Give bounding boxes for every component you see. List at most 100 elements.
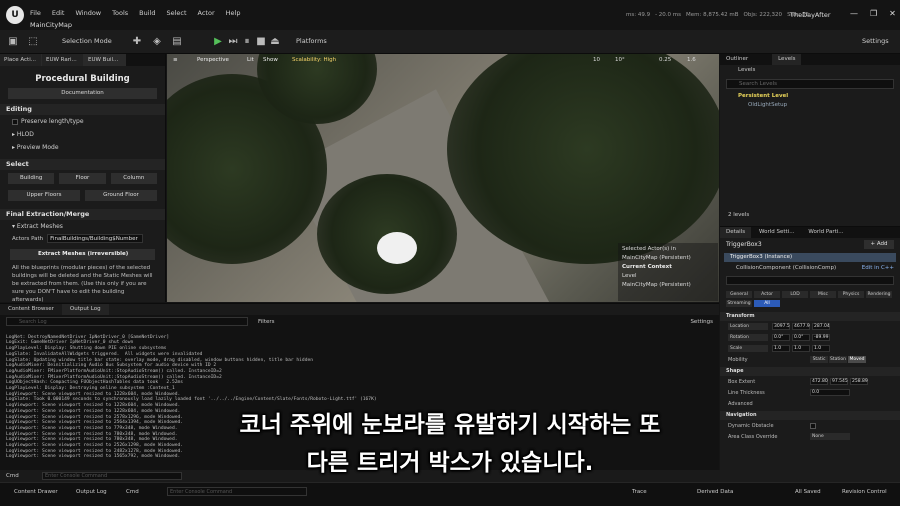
save-icon[interactable]: ▣ [6, 35, 20, 49]
scale-x[interactable]: 1.0 [772, 345, 790, 352]
box-extent-y[interactable]: 97.545 [830, 378, 848, 385]
menu-build[interactable]: Build [139, 9, 155, 17]
menu-help[interactable]: Help [226, 9, 241, 17]
pause-icon[interactable]: ⏸ [240, 35, 254, 49]
add-component-button[interactable]: + Add [864, 240, 894, 249]
content-drawer-button[interactable]: Content Drawer [14, 489, 58, 495]
close-icon[interactable]: ✕ [889, 9, 896, 18]
camera-speed-value[interactable]: 1.6 [687, 57, 696, 63]
shape-section[interactable]: Shape [720, 367, 900, 376]
rotation-z[interactable]: -89.99 [812, 334, 830, 341]
maximize-icon[interactable]: ❐ [870, 9, 877, 18]
settings-dropdown[interactable]: Settings [862, 37, 889, 45]
blueprint-icon[interactable]: ◈ [150, 35, 164, 49]
menu-file[interactable]: File [30, 9, 41, 17]
selection-mode-dropdown[interactable]: Selection Mode [62, 37, 112, 45]
menu-edit[interactable]: Edit [52, 9, 65, 17]
persistent-level-row[interactable]: Persistent Level [720, 92, 900, 101]
cat-all[interactable]: All [754, 300, 780, 307]
floor-button[interactable]: Floor [59, 173, 106, 184]
console-command-input[interactable]: Enter Console Command [167, 487, 307, 496]
preserve-checkbox[interactable] [12, 118, 18, 125]
tab-place-actors[interactable]: Place Acti... [0, 54, 42, 66]
mode-icon[interactable]: ⬚ [26, 35, 40, 49]
preserve-row[interactable]: Preserve length/type [0, 115, 165, 128]
menu-tools[interactable]: Tools [112, 9, 128, 17]
scalability-button[interactable]: Scalability: High [292, 57, 336, 63]
add-content-icon[interactable]: ✚ [130, 35, 144, 49]
scale-dropdown[interactable]: Scale [728, 345, 768, 352]
ground-floor-button[interactable]: Ground Floor [85, 190, 157, 201]
box-extent-z[interactable]: 258.89 [850, 378, 868, 385]
skip-icon[interactable]: ⏭ [226, 35, 240, 49]
rotation-dropdown[interactable]: Rotation [728, 334, 768, 341]
location-y[interactable]: 4677.9 [792, 323, 810, 330]
preview-mode-row[interactable]: ▸ Preview Mode [0, 141, 165, 154]
unreal-logo-icon[interactable]: U [6, 6, 24, 24]
tab-details[interactable]: Details [720, 227, 752, 238]
log-settings-dropdown[interactable]: Settings [690, 319, 713, 325]
mobility-stationary[interactable]: Station [829, 356, 847, 363]
tab-outliner[interactable]: Outliner [720, 54, 754, 65]
scale-y[interactable]: 1.0 [792, 345, 810, 352]
edit-cpp-link[interactable]: Edit in C++ [862, 264, 894, 273]
location-x[interactable]: 3097.5 [772, 323, 790, 330]
line-thickness-input[interactable]: 0.0 [810, 389, 850, 396]
tab-euw-buil[interactable]: EUW Buil... [84, 54, 126, 66]
menu-actor[interactable]: Actor [198, 9, 215, 17]
rotation-snap-value[interactable]: 10° [615, 57, 625, 63]
scale-snap-value[interactable]: 0.25 [659, 57, 671, 63]
show-button[interactable]: Show [263, 57, 278, 63]
grid-snap-value[interactable]: 10 [593, 57, 600, 63]
derived-data-dropdown[interactable]: Derived Data [697, 489, 733, 495]
tab-world-settings[interactable]: World Setti... [753, 227, 800, 238]
platforms-dropdown[interactable]: Platforms [296, 37, 327, 45]
perspective-button[interactable]: Perspective [197, 57, 229, 63]
level-viewport[interactable]: ≡ Perspective Lit Show Scalability: High… [167, 54, 719, 302]
filters-dropdown[interactable]: Filters [258, 319, 275, 325]
all-saved-indicator[interactable]: All Saved [795, 489, 821, 495]
mobility-static[interactable]: Static [810, 356, 828, 363]
tab-levels[interactable]: Levels [772, 54, 802, 65]
tab-euw-rari[interactable]: EUW Rari... [42, 54, 84, 66]
upper-floors-button[interactable]: Upper Floors [8, 190, 80, 201]
location-dropdown[interactable]: Location [728, 323, 768, 330]
box-extent-x[interactable]: 472.80 [810, 378, 828, 385]
tab-world-partition[interactable]: World Parti... [802, 227, 849, 238]
lit-button[interactable]: Lit [247, 57, 254, 63]
mobility-movable[interactable]: Moved [848, 356, 866, 363]
rotation-x[interactable]: 0.0° [772, 334, 790, 341]
output-log-button[interactable]: Output Log [76, 489, 107, 495]
extract-meshes-row[interactable]: ▾ Extract Meshes [0, 220, 165, 233]
log-search-input[interactable]: Search Log [6, 317, 248, 326]
current-context-label[interactable]: Current Context [622, 263, 714, 272]
extract-meshes-button[interactable]: Extract Meshes (irreversible) [10, 249, 155, 260]
cat-general[interactable]: General [726, 291, 752, 298]
final-extraction-section[interactable]: Final Extraction/Merge [0, 209, 165, 220]
cat-streaming[interactable]: Streaming [726, 300, 752, 307]
actors-path-input[interactable]: FinalBuildings/Building$Number [47, 234, 144, 243]
levels-dropdown[interactable]: Levels [720, 65, 900, 76]
sublevel-row[interactable]: OldLightSetup [720, 101, 900, 110]
select-section[interactable]: Select [0, 159, 165, 170]
minimize-icon[interactable]: — [850, 9, 858, 18]
eject-icon[interactable]: ⏏ [268, 35, 282, 49]
building-button[interactable]: Building [8, 173, 55, 184]
play-icon[interactable]: ▶ [211, 35, 225, 49]
cat-actor[interactable]: Actor [754, 291, 780, 298]
component-row[interactable]: CollisionComponent (CollisionComp) Edit … [720, 264, 900, 273]
location-z[interactable]: 287.04 [812, 323, 830, 330]
documentation-button[interactable]: Documentation [8, 88, 157, 99]
hlod-row[interactable]: ▸ HLOD [0, 128, 165, 141]
tab-output-log[interactable]: Output Log [61, 304, 109, 315]
revision-control-dropdown[interactable]: Revision Control [842, 489, 887, 495]
cmd-dropdown[interactable]: Cmd [126, 489, 139, 495]
levels-search-input[interactable]: Search Levels [726, 79, 894, 89]
viewport-menu-icon[interactable]: ≡ [173, 57, 178, 63]
cat-rendering[interactable]: Rendering [866, 291, 892, 298]
cat-physics[interactable]: Physics [838, 291, 864, 298]
cat-lod[interactable]: LOD [782, 291, 808, 298]
stop-icon[interactable]: ■ [254, 35, 268, 49]
level-value[interactable]: MainCityMap (Persistent) [622, 281, 714, 290]
editing-section[interactable]: Editing [0, 104, 165, 115]
